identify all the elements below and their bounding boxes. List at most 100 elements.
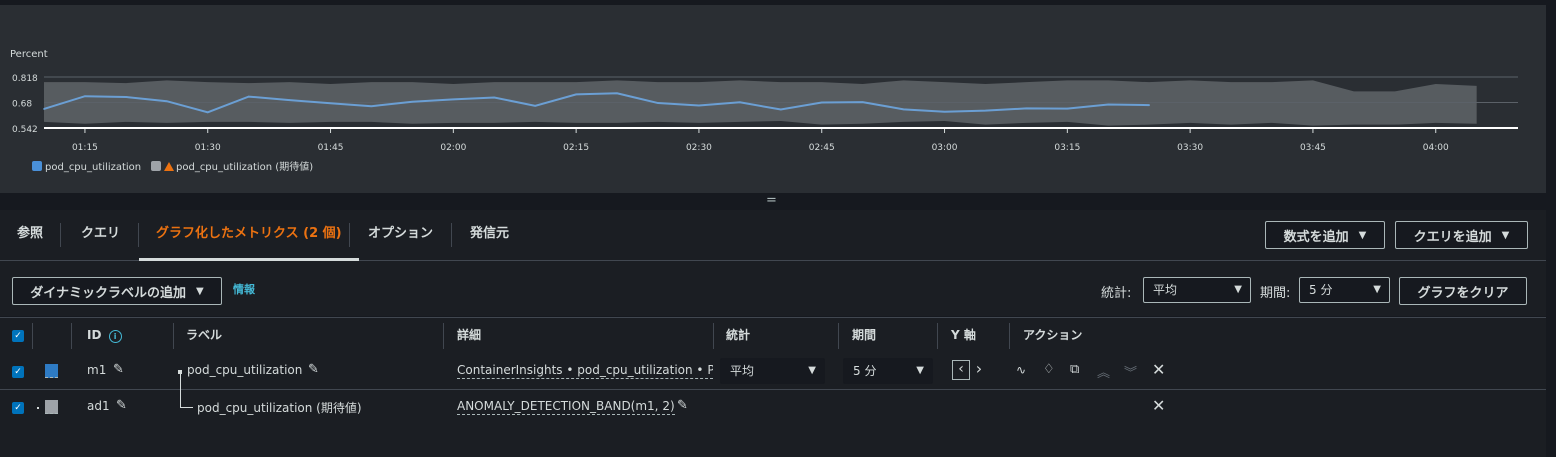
remove-icon[interactable]: ✕ [1152,396,1165,415]
edit-icon[interactable]: ✎ [116,398,127,413]
tabs-bar: 参照 クエリ グラフ化したメトリクス (2 個) オプション 発信元 数式を追加… [0,210,1546,261]
add-math-button[interactable]: 数式を追加 ▼ [1265,221,1385,249]
data-point [247,95,250,98]
edit-icon[interactable]: ✎ [113,362,124,377]
info-link[interactable]: 情報 [233,281,255,297]
stat-label: 統計: [1101,286,1132,301]
caret-down-icon: ▼ [916,365,924,376]
x-tick-label: 02:15 [563,143,589,153]
tab-query[interactable]: クエリ [81,210,120,260]
y-tick-label: 0.818 [12,74,38,84]
x-tick-label: 02:00 [440,143,466,153]
edit-icon[interactable]: ✎ [677,398,688,413]
row-stat-select[interactable]: 平均 ▼ [720,358,825,384]
controls-row: ダイナミックラベルの追加 ▼ 情報 統計: 平均 ▼ 期間: 5 分 ▼ グラフをクリ… [0,261,1546,316]
tab-graphed-metrics[interactable]: グラフ化したメトリクス (2 個) [139,210,359,261]
move-up-icon[interactable]: ︽ [1097,362,1110,381]
data-point [125,96,127,98]
tab-options[interactable]: オプション [368,210,433,260]
data-point [411,100,414,103]
row-details[interactable]: ANOMALY_DETECTION_BAND(m1, 2) [457,399,675,415]
select-all-checkbox[interactable]: ✓ [12,330,24,342]
column-header-y-axis: Y 軸 [951,328,976,342]
data-point [739,101,741,104]
column-divider [713,323,714,349]
row-details[interactable]: ContainerInsights • pod_cpu_utilization … [457,363,713,379]
legend-label: pod_cpu_utilization [45,162,141,173]
row-period-value: 5 分 [853,364,877,378]
row-checkbox[interactable]: ✓ [12,366,24,378]
add-query-button[interactable]: クエリを追加 ▼ [1395,221,1528,249]
clear-graph-label: グラフをクリア [1417,285,1509,301]
data-point [1107,103,1110,106]
column-header-actions: アクション [1023,328,1083,342]
data-point [288,99,291,101]
x-tick-label: 01:15 [72,143,98,153]
alarm-bell-icon[interactable]: ♢ [1043,362,1055,377]
x-tick-label: 02:45 [809,143,835,153]
row-id[interactable]: m1 [87,363,106,377]
data-point [984,109,987,112]
x-tick-label: 01:30 [195,143,221,153]
row-period-select[interactable]: 5 分 ▼ [843,358,933,384]
tab-source[interactable]: 発信元 [470,210,509,260]
column-header-details: 詳細 [457,328,482,342]
row-label[interactable]: pod_cpu_utilization (期待値) [197,399,362,416]
tree-dot-icon [37,407,39,409]
column-header-period: 期間 [852,328,877,342]
caret-down-icon: ▼ [196,285,204,297]
tab-browse[interactable]: 参照 [17,210,43,260]
data-point [166,100,168,103]
period-select-value: 5 分 [1309,283,1333,297]
tab-divider [60,223,61,247]
y-axis-right-button[interactable]: › [972,360,986,380]
data-point [820,101,823,104]
move-down-icon[interactable]: ︾ [1124,362,1137,381]
row-id[interactable]: ad1 [87,399,110,413]
caret-down-icon: ▼ [1373,284,1381,295]
caret-down-icon: ▼ [1234,284,1242,295]
column-divider [1009,323,1010,349]
data-point [575,93,577,96]
data-point [370,105,373,107]
stat-select-value: 平均 [1153,283,1178,297]
edit-icon[interactable]: ✎ [308,362,319,377]
data-point [902,108,905,111]
x-tick-label: 03:15 [1054,143,1080,153]
x-tick-label: 03:30 [1177,143,1203,153]
row-checkbox[interactable]: ✓ [12,402,24,414]
column-divider [32,323,33,349]
column-divider [71,323,72,349]
column-header-stat: 統計 [726,328,751,342]
data-point [616,92,618,95]
remove-icon[interactable]: ✕ [1152,360,1165,379]
data-point [534,105,536,107]
data-point [43,108,45,110]
stat-select[interactable]: 平均 ▼ [1143,277,1251,303]
period-select[interactable]: 5 分 ▼ [1299,277,1390,303]
y-axis-left-button[interactable]: ‹ [952,360,970,380]
x-tick-label: 04:00 [1423,143,1449,153]
tree-connector [180,374,193,408]
add-dynamic-label-button[interactable]: ダイナミックラベルの追加 ▼ [12,277,222,305]
series-color-swatch[interactable] [45,400,58,414]
row-label[interactable]: pod_cpu_utilization [187,363,302,377]
data-point [1148,104,1150,106]
x-tick-label: 01:45 [318,143,344,153]
duplicate-icon[interactable]: ⧉ [1070,362,1079,377]
series-color-swatch[interactable] [45,364,58,378]
data-point [861,101,864,103]
data-point [206,111,209,114]
drag-handle-icon[interactable]: = [766,194,777,207]
caret-down-icon: ▼ [808,365,816,376]
column-divider [937,323,938,349]
data-point [698,104,700,107]
legend-label: pod_cpu_utilization (期待値) [176,160,313,173]
anomaly-detection-icon[interactable]: ∿ [1016,363,1026,377]
metrics-chart: Percent 0.818 0.68 0.542 01:15 01:30 01:45 02:… [10,49,1518,173]
info-icon[interactable]: i [108,330,122,343]
data-point [780,108,782,111]
column-divider [838,323,839,349]
table-row-m1: ✓ m1 ✎ pod_cpu_utilization ✎ ContainerIn… [0,354,1546,390]
clear-graph-button[interactable]: グラフをクリア [1399,277,1527,305]
